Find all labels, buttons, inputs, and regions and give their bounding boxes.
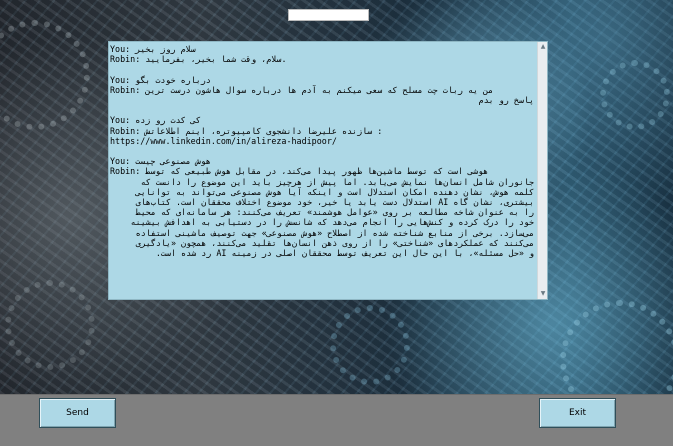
chat-line: You: سلام روز بخیر: [110, 44, 196, 54]
chat-line: You: درباره خودت بگو: [110, 74, 211, 85]
chat-line: Robin: سلام، وقت شما بخیر، بفرمایید.: [110, 54, 287, 65]
chat-line: پاسخ رو بدم: [478, 95, 534, 105]
bottom-toolbar: Send Exit: [0, 394, 673, 446]
chat-line: می‌سازد. برخی از منابع شناخته شده از اصط…: [135, 227, 534, 238]
chat-blank-line: [110, 146, 534, 156]
gear-icon: [5, 280, 95, 370]
gear-icon: [560, 300, 673, 394]
chat-blank-line: [110, 105, 534, 115]
chat-line: جانوران شامل انسان‌ها نمایش می‌یابد. اما…: [140, 176, 534, 187]
chat-text-area[interactable]: You: سلام روز بخیر Robin: سلام، وقت شما ب…: [109, 42, 537, 299]
chat-line: You: هوش مصنوعی چیست: [110, 156, 211, 167]
send-button[interactable]: Send: [39, 398, 116, 428]
chat-line: خود را درک کرده و کنش‌هایی را انجام می‌د…: [130, 217, 534, 228]
chat-line: کلمه هوش، نشان دهنده امکان استدلال است و…: [135, 186, 534, 197]
chat-line: را به عنوان شاخه مطالعه بر روی «عوامل هو…: [135, 207, 534, 218]
chat-line: می‌کنند که عملکردهای «شناختی» را از روی …: [135, 237, 534, 248]
chat-log[interactable]: You: سلام روز بخیر Robin: سلام، وقت شما ب…: [108, 41, 548, 300]
chat-blank-line: [110, 64, 534, 74]
exit-button[interactable]: Exit: [539, 398, 616, 428]
chat-line: https://www.linkedin.com/in/alireza-hadi…: [110, 135, 337, 146]
chat-line: Robin: هوشی است که توسط ماشین‌ها ظهور پی…: [110, 166, 489, 177]
chat-line: You: کی کدت رو زده: [110, 115, 201, 126]
chat-line: بیشتری، نشان گاه AI استدلال دست یابد یا …: [135, 197, 534, 207]
scroll-up-arrow-icon[interactable]: ▲: [538, 42, 548, 52]
vertical-scrollbar[interactable]: ▲ ▼: [537, 42, 547, 299]
gear-icon: [0, 20, 90, 130]
gear-icon: [600, 60, 670, 130]
gear-icon: [330, 305, 410, 385]
title-field: [288, 9, 369, 21]
chat-line: و «حل مسئله»، با این حال این تعریف توسط …: [155, 248, 534, 259]
chat-line: Robin: من یه ربات چت مسلح که سعی میکنم ب…: [110, 84, 494, 95]
chat-line: Robin: سازنده علیرضا دانشجوی کامپیوتره، …: [110, 125, 383, 136]
scroll-down-arrow-icon[interactable]: ▼: [538, 289, 548, 299]
